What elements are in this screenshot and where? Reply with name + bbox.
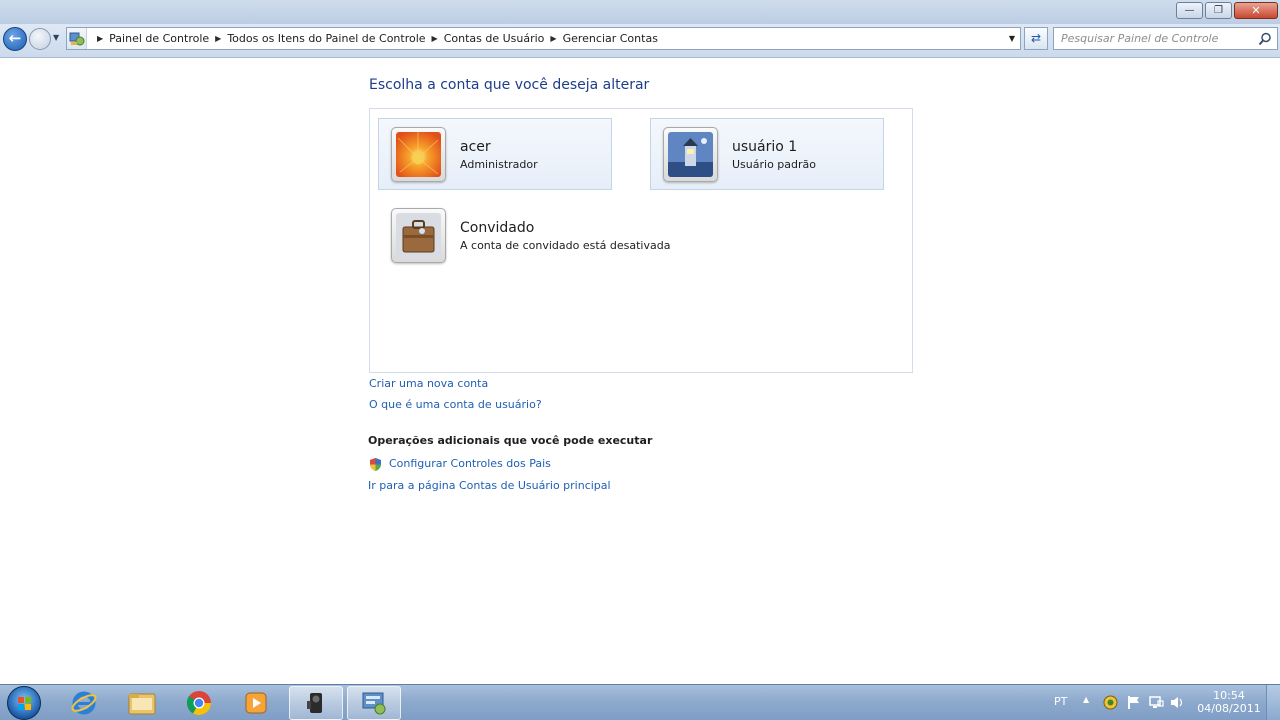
what-is-account-link[interactable]: O que é uma conta de usuário? <box>369 398 542 411</box>
accounts-panel: acer Administrador usuário 1 Usuário pad… <box>369 108 913 373</box>
internet-explorer-icon <box>71 691 97 715</box>
control-panel-icon <box>362 692 386 715</box>
clock-date: 04/08/2011 <box>1197 702 1261 715</box>
breadcrumb: ▶ Painel de Controle ▶ Todos os Itens do… <box>87 28 658 49</box>
search-icon[interactable] <box>1258 32 1272 46</box>
search-input[interactable] <box>1061 32 1251 45</box>
account-acer[interactable]: acer Administrador <box>378 118 612 190</box>
history-dropdown-icon[interactable]: ▼ <box>53 33 59 42</box>
close-button[interactable]: ✕ <box>1234 2 1278 19</box>
breadcrumb-separator-icon[interactable]: ▶ <box>432 34 438 43</box>
maximize-button[interactable]: ❐ <box>1205 2 1232 19</box>
address-bar[interactable]: ▶ Painel de Controle ▶ Todos os Itens do… <box>66 27 1021 50</box>
breadcrumb-separator-icon[interactable]: ▶ <box>215 34 221 43</box>
start-button[interactable] <box>7 686 41 720</box>
show-desktop-button[interactable] <box>1266 685 1280 720</box>
windows-logo-icon <box>18 697 31 710</box>
taskbar-media-player[interactable] <box>229 686 283 720</box>
control-panel-icon[interactable] <box>67 28 87 49</box>
window-title-bar: — ❐ ✕ <box>0 0 1280 24</box>
minimize-button[interactable]: — <box>1176 2 1203 19</box>
breadcrumb-item[interactable]: Contas de Usuário <box>444 32 545 45</box>
camcorder-app-icon <box>307 693 322 713</box>
show-hidden-icons-icon[interactable]: ▲ <box>1083 695 1089 704</box>
forward-button[interactable] <box>29 28 51 50</box>
taskbar-camcorder-app[interactable] <box>289 686 343 720</box>
breadcrumb-item[interactable]: Painel de Controle <box>109 32 209 45</box>
clock[interactable]: 10:54 04/08/2011 <box>1196 689 1262 716</box>
navigation-bar: ← ▼ ▶ Painel de Controle ▶ Todos os Iten… <box>0 24 1280 58</box>
taskbar-windows-explorer[interactable] <box>115 686 169 720</box>
shield-icon <box>370 458 381 471</box>
account-usuario-1[interactable]: usuário 1 Usuário padrão <box>650 118 884 190</box>
create-account-link[interactable]: Criar uma nova conta <box>369 377 488 390</box>
flower-picture <box>396 132 441 177</box>
breadcrumb-item[interactable]: Gerenciar Contas <box>563 32 658 45</box>
avatar[interactable] <box>391 208 446 263</box>
main-accounts-page-link[interactable]: Ir para a página Contas de Usuário princ… <box>368 479 611 492</box>
close-icon: ✕ <box>1251 4 1261 17</box>
breadcrumb-item[interactable]: Todos os Itens do Painel de Controle <box>227 32 425 45</box>
search-field[interactable] <box>1053 27 1278 50</box>
clock-time: 10:54 <box>1213 689 1245 702</box>
refresh-icon: ⇄ <box>1030 31 1042 45</box>
breadcrumb-separator-icon[interactable]: ▶ <box>97 34 103 43</box>
avatar[interactable] <box>391 127 446 182</box>
media-player-icon <box>245 692 267 714</box>
parental-controls-link[interactable]: Configurar Controles dos Pais <box>389 457 551 470</box>
security-tray-icon[interactable] <box>1103 695 1118 710</box>
taskbar: PT ▲ 10:54 04/08/2011 <box>0 684 1280 720</box>
account-name: Convidado <box>460 220 535 236</box>
taskbar-control-panel[interactable] <box>347 686 401 720</box>
taskbar-internet-explorer[interactable] <box>57 686 111 720</box>
page-title: Escolha a conta que você deseja alterar <box>369 77 650 93</box>
account-role: Administrador <box>460 158 538 171</box>
main-content: Escolha a conta que você deseja alterar <box>0 58 1280 684</box>
briefcase-picture <box>396 213 441 258</box>
account-name: acer <box>460 139 491 155</box>
lighthouse-picture <box>668 132 713 177</box>
account-convidado[interactable]: Convidado A conta de convidado está desa… <box>379 200 679 272</box>
refresh-button[interactable]: ⇄ <box>1024 27 1048 50</box>
address-dropdown-icon[interactable]: ▼ <box>1004 28 1020 49</box>
maximize-icon: ❐ <box>1214 5 1223 16</box>
avatar[interactable] <box>663 127 718 182</box>
minimize-icon: — <box>1184 5 1195 16</box>
chrome-icon <box>186 691 211 716</box>
arrow-left-icon: ← <box>8 29 22 47</box>
breadcrumb-separator-icon[interactable]: ▶ <box>550 34 556 43</box>
volume-icon[interactable] <box>1170 695 1185 710</box>
window-controls: — ❐ ✕ <box>1176 2 1278 19</box>
network-icon[interactable] <box>1149 695 1164 710</box>
account-name: usuário 1 <box>732 139 798 155</box>
additional-operations-heading: Operações adicionais que você pode execu… <box>368 434 653 447</box>
windows-explorer-icon <box>128 693 156 715</box>
language-indicator[interactable]: PT <box>1054 695 1067 708</box>
taskbar-chrome[interactable] <box>172 686 226 720</box>
back-button[interactable]: ← <box>3 27 27 51</box>
account-role: A conta de convidado está desativada <box>460 239 671 252</box>
account-role: Usuário padrão <box>732 158 816 171</box>
action-center-flag-icon[interactable] <box>1126 695 1141 710</box>
